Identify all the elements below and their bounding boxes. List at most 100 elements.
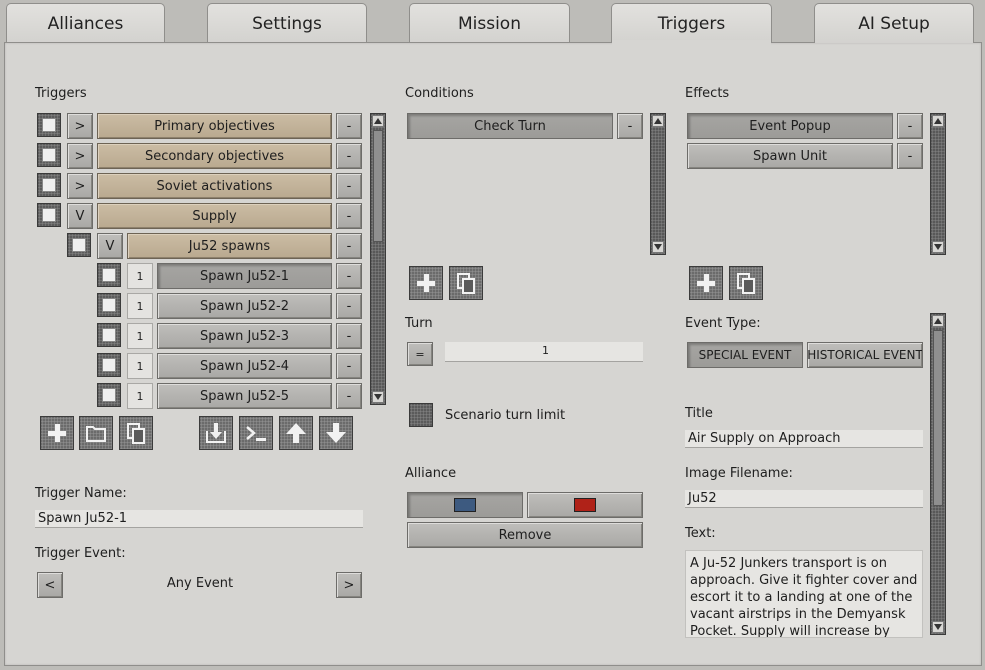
event-type-special[interactable]: SPECIAL EVENT bbox=[687, 342, 803, 368]
trigger-name-label: Trigger Name: bbox=[35, 486, 127, 501]
import-icon bbox=[206, 423, 226, 443]
scroll-down-arrow-icon[interactable] bbox=[372, 391, 384, 403]
trigger-checkbox[interactable] bbox=[67, 233, 91, 257]
event-prev-button[interactable]: < bbox=[37, 572, 63, 598]
trigger-item-spawn-ju52-1[interactable]: Spawn Ju52-1 bbox=[157, 263, 332, 289]
effect-details-scrollbar[interactable] bbox=[930, 313, 946, 635]
move-down-button[interactable] bbox=[319, 416, 353, 450]
copy-condition-button[interactable] bbox=[449, 266, 483, 300]
trigger-checkbox[interactable] bbox=[97, 323, 121, 347]
trigger-item-soviet-activations[interactable]: Soviet activations bbox=[97, 173, 332, 199]
scroll-down-arrow-icon[interactable] bbox=[652, 241, 664, 253]
image-filename-field[interactable]: Ju52 bbox=[685, 490, 923, 508]
triggers-heading: Triggers bbox=[35, 86, 87, 101]
conditions-scrollbar[interactable] bbox=[650, 113, 666, 255]
collapse-button[interactable]: V bbox=[67, 203, 93, 229]
remove-trigger-button[interactable]: - bbox=[336, 293, 362, 319]
trigger-item-spawn-ju52-2[interactable]: Spawn Ju52-2 bbox=[157, 293, 332, 319]
remove-trigger-button[interactable]: - bbox=[336, 353, 362, 379]
copy-effect-button[interactable] bbox=[729, 266, 763, 300]
tab-settings[interactable]: Settings bbox=[207, 3, 367, 43]
scroll-up-arrow-icon[interactable] bbox=[932, 315, 944, 327]
trigger-order: 1 bbox=[127, 293, 153, 319]
remove-effect-button[interactable]: - bbox=[897, 143, 923, 169]
add-effect-button[interactable] bbox=[689, 266, 723, 300]
scroll-down-arrow-icon[interactable] bbox=[932, 241, 944, 253]
scroll-up-arrow-icon[interactable] bbox=[652, 115, 664, 127]
trigger-checkbox[interactable] bbox=[97, 293, 121, 317]
trigger-checkbox[interactable] bbox=[97, 383, 121, 407]
remove-trigger-button[interactable]: - bbox=[336, 263, 362, 289]
remove-trigger-button[interactable]: - bbox=[336, 113, 362, 139]
console-button[interactable] bbox=[239, 416, 273, 450]
expand-button[interactable]: > bbox=[67, 143, 93, 169]
alliance-color-swatch bbox=[454, 498, 476, 512]
scenario-turn-limit-checkbox[interactable] bbox=[409, 403, 433, 427]
add-trigger-button[interactable] bbox=[40, 416, 74, 450]
expand-button[interactable]: > bbox=[67, 173, 93, 199]
trigger-checkbox[interactable] bbox=[97, 263, 121, 287]
import-button[interactable] bbox=[199, 416, 233, 450]
console-icon bbox=[246, 426, 266, 441]
move-up-button[interactable] bbox=[279, 416, 313, 450]
text-field[interactable]: A Ju-52 Junkers transport is on approach… bbox=[685, 550, 923, 638]
remove-trigger-button[interactable]: - bbox=[336, 143, 362, 169]
effect-item-spawn-unit[interactable]: Spawn Unit bbox=[687, 143, 893, 169]
arrow-up-icon bbox=[286, 423, 306, 443]
copy-trigger-button[interactable] bbox=[119, 416, 153, 450]
collapse-button[interactable]: V bbox=[97, 233, 123, 259]
trigger-item-spawn-ju52-5[interactable]: Spawn Ju52-5 bbox=[157, 383, 332, 409]
trigger-name-field[interactable]: Spawn Ju52-1 bbox=[35, 510, 363, 528]
expand-button[interactable]: > bbox=[67, 113, 93, 139]
trigger-item-spawn-ju52-3[interactable]: Spawn Ju52-3 bbox=[157, 323, 332, 349]
remove-effect-button[interactable]: - bbox=[897, 113, 923, 139]
tab-alliances[interactable]: Alliances bbox=[6, 3, 165, 43]
remove-condition-button[interactable]: - bbox=[617, 113, 643, 139]
condition-item-check-turn[interactable]: Check Turn bbox=[407, 113, 613, 139]
effects-scrollbar[interactable] bbox=[930, 113, 946, 255]
tab-label: Triggers bbox=[657, 13, 726, 34]
trigger-item-supply[interactable]: Supply bbox=[97, 203, 332, 229]
title-field[interactable]: Air Supply on Approach bbox=[685, 430, 923, 448]
trigger-checkbox[interactable] bbox=[37, 173, 61, 197]
tab-mission[interactable]: Mission bbox=[409, 3, 570, 43]
trigger-checkbox[interactable] bbox=[97, 353, 121, 377]
scroll-up-arrow-icon[interactable] bbox=[372, 115, 384, 127]
trigger-checkbox[interactable] bbox=[37, 143, 61, 167]
alliance-red-button[interactable] bbox=[527, 492, 643, 518]
effect-item-event-popup[interactable]: Event Popup bbox=[687, 113, 893, 139]
trigger-order: 1 bbox=[127, 383, 153, 409]
trigger-item-spawn-ju52-4[interactable]: Spawn Ju52-4 bbox=[157, 353, 332, 379]
remove-trigger-button[interactable]: - bbox=[336, 203, 362, 229]
remove-alliance-button[interactable]: Remove bbox=[407, 522, 643, 548]
event-type-historical[interactable]: HISTORICAL EVENT bbox=[807, 342, 923, 368]
scroll-down-arrow-icon[interactable] bbox=[932, 621, 944, 633]
tab-ai-setup[interactable]: AI Setup bbox=[814, 3, 974, 43]
alliance-blue-button[interactable] bbox=[407, 492, 523, 518]
add-folder-button[interactable] bbox=[79, 416, 113, 450]
trigger-item-primary-objectives[interactable]: Primary objectives bbox=[97, 113, 332, 139]
event-type-label: Event Type: bbox=[685, 316, 761, 331]
tab-triggers[interactable]: Triggers bbox=[611, 3, 772, 43]
remove-trigger-button[interactable]: - bbox=[336, 383, 362, 409]
remove-trigger-button[interactable]: - bbox=[336, 173, 362, 199]
scroll-thumb[interactable] bbox=[373, 130, 383, 242]
event-next-button[interactable]: > bbox=[336, 572, 362, 598]
effects-heading: Effects bbox=[685, 86, 730, 101]
turn-operator-button[interactable]: = bbox=[407, 342, 433, 366]
trigger-item-secondary-objectives[interactable]: Secondary objectives bbox=[97, 143, 332, 169]
trigger-item-ju52-spawns[interactable]: Ju52 spawns bbox=[127, 233, 332, 259]
triggers-scrollbar[interactable] bbox=[370, 113, 386, 405]
add-condition-button[interactable] bbox=[409, 266, 443, 300]
copy-icon bbox=[457, 273, 475, 294]
trigger-checkbox[interactable] bbox=[37, 113, 61, 137]
scroll-thumb[interactable] bbox=[933, 330, 943, 506]
trigger-order: 1 bbox=[127, 353, 153, 379]
trigger-checkbox[interactable] bbox=[37, 203, 61, 227]
remove-trigger-button[interactable]: - bbox=[336, 233, 362, 259]
copy-icon bbox=[127, 423, 145, 444]
remove-trigger-button[interactable]: - bbox=[336, 323, 362, 349]
scroll-up-arrow-icon[interactable] bbox=[932, 115, 944, 127]
turn-value-field[interactable]: 1 bbox=[445, 342, 643, 362]
title-label: Title bbox=[685, 406, 713, 421]
